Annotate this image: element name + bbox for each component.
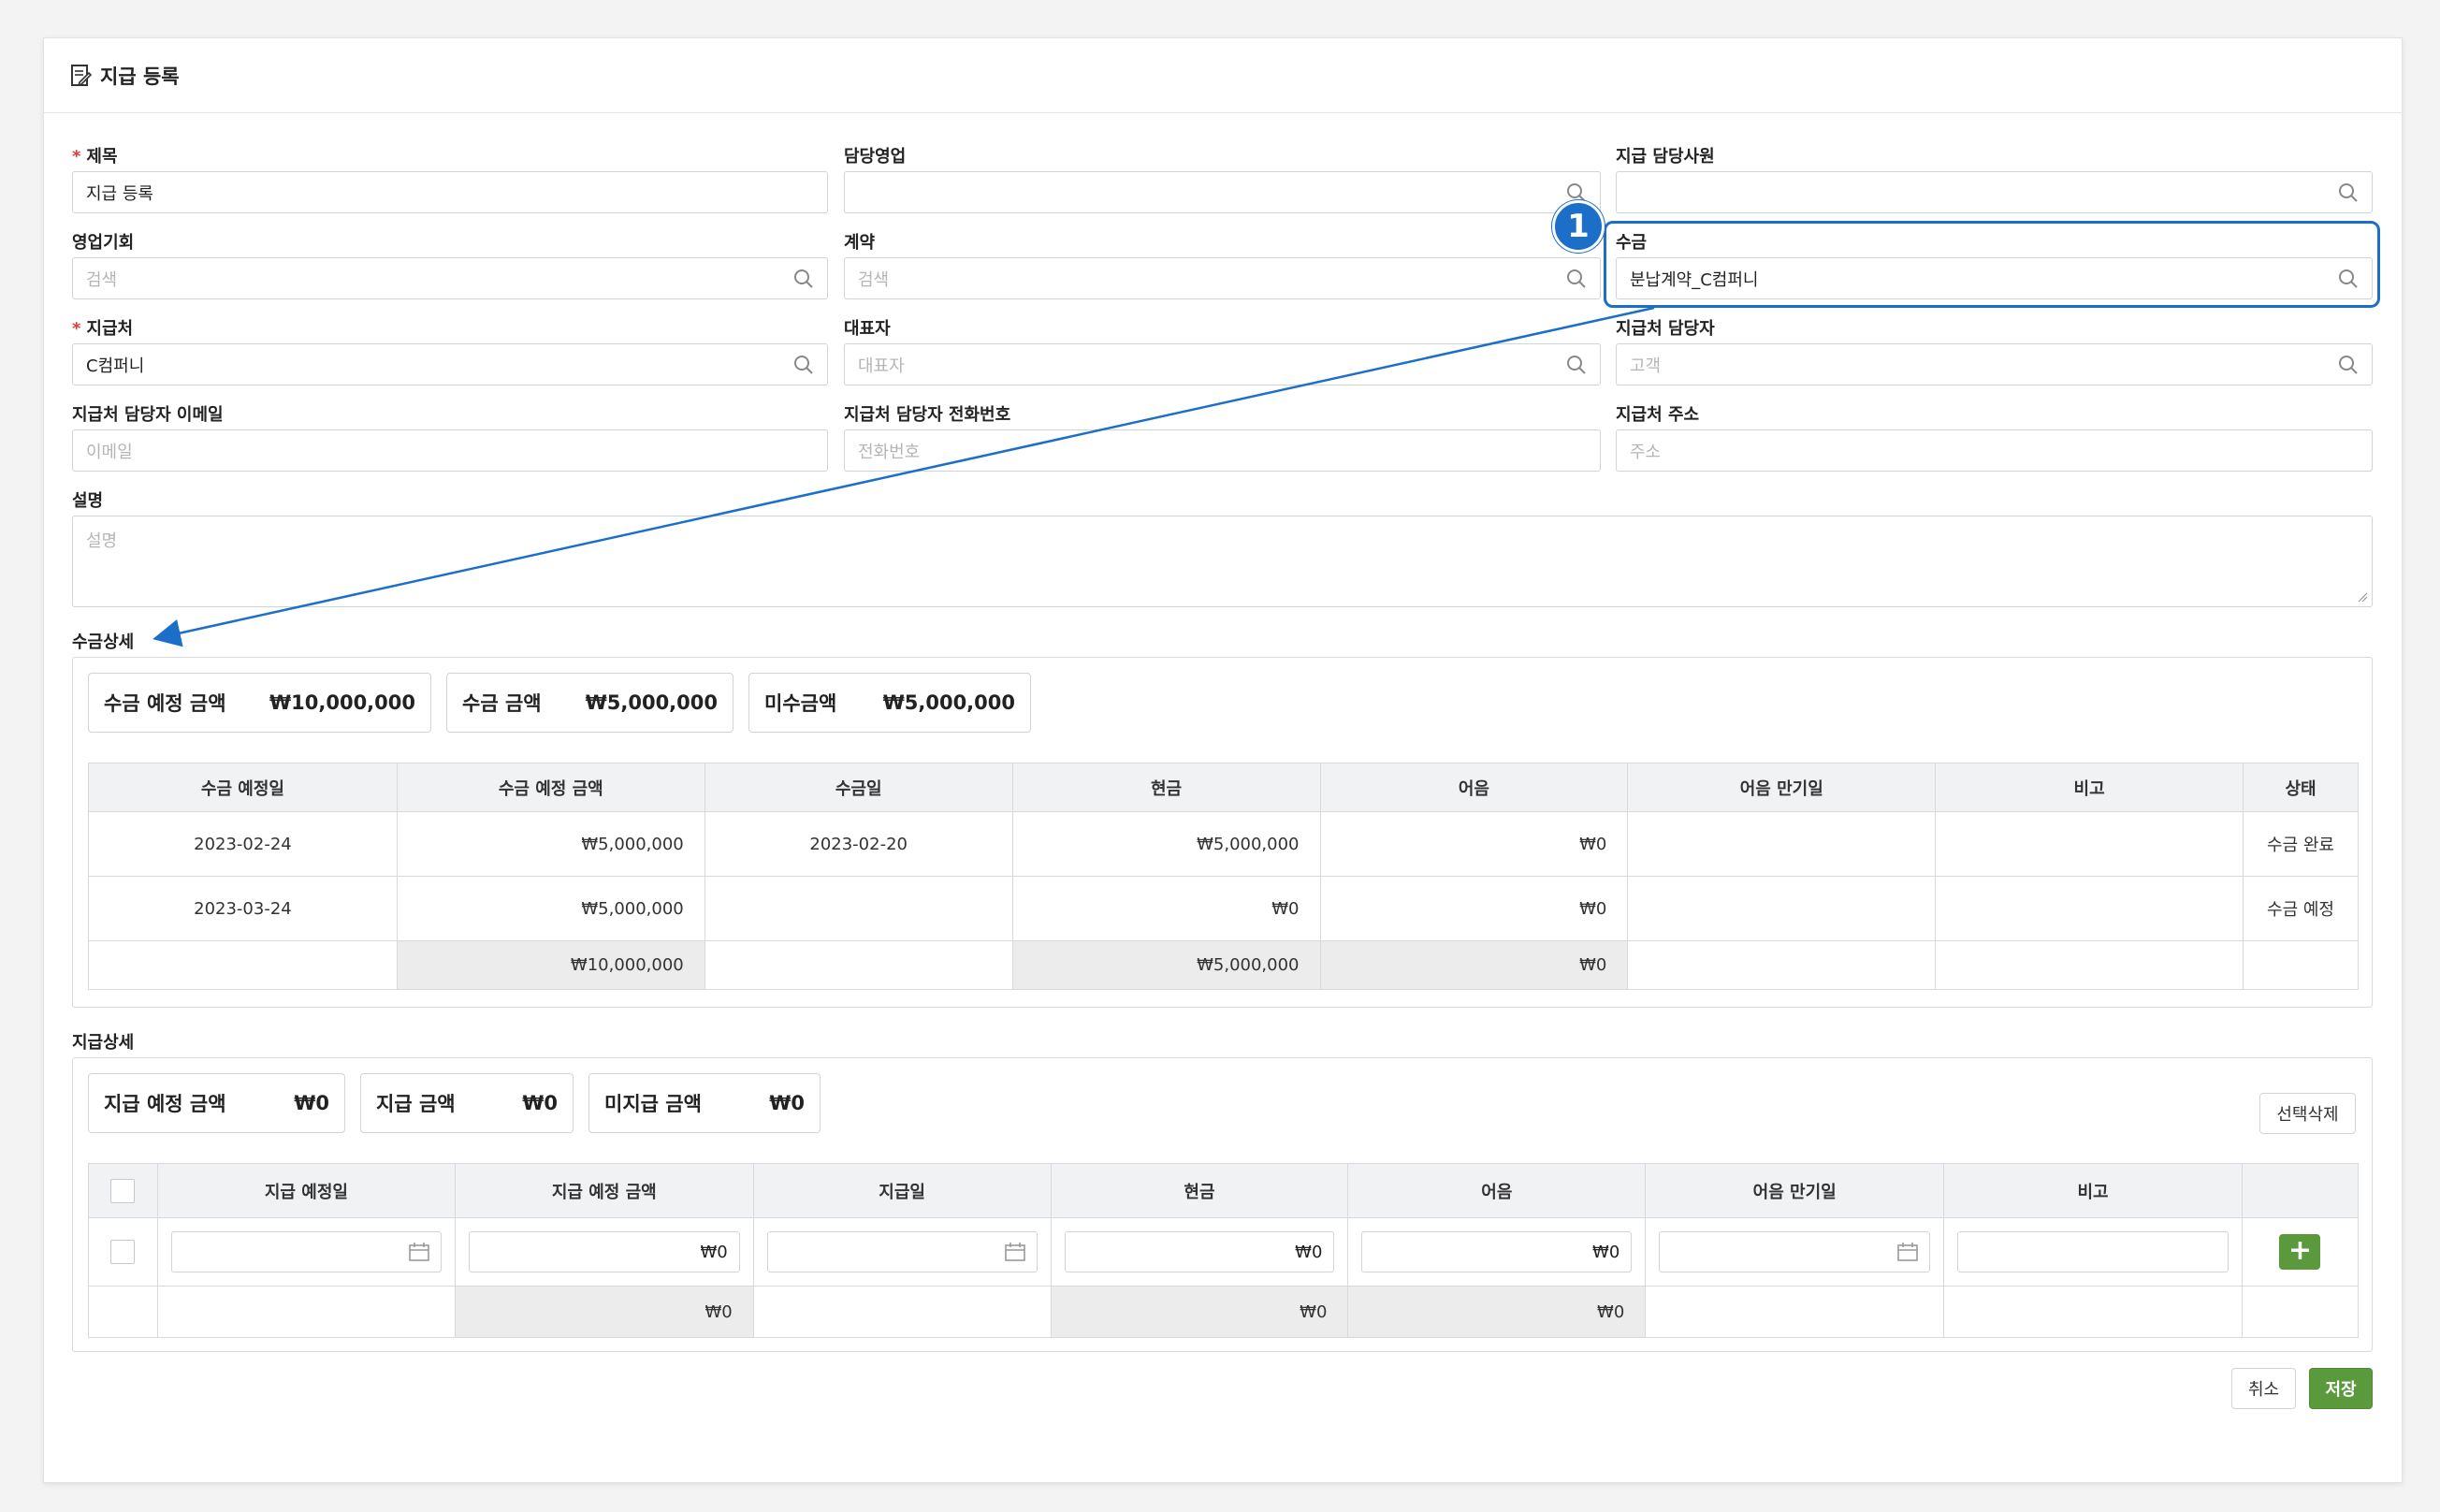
- sales-rep-label: 담당영업: [844, 147, 907, 167]
- pay-staff-field[interactable]: [1616, 171, 2373, 213]
- payee-label: * 지급처: [72, 319, 134, 339]
- status-cell: 수금 예정: [2243, 876, 2359, 941]
- receipt-outstanding-summary: 미수금액 ₩5,000,000: [748, 673, 1031, 733]
- representative-field[interactable]: 대표자: [844, 343, 1601, 385]
- page-title: 지급 등록: [100, 65, 180, 88]
- search-icon[interactable]: [793, 269, 814, 289]
- totals-row: ₩0 ₩0 ₩0: [88, 1286, 2360, 1338]
- payee-phone-label: 지급처 담당자 전화번호: [844, 405, 1011, 425]
- description-textarea[interactable]: 설명: [72, 516, 2373, 607]
- column-header: 수금 예정 금액: [396, 763, 705, 812]
- resize-grip-icon[interactable]: [2357, 591, 2368, 603]
- column-header: 지급 예정 금액: [454, 1163, 754, 1218]
- title-label: * 제목: [72, 147, 118, 167]
- column-header: 현금: [1050, 1163, 1349, 1218]
- payment-unpaid-summary: 미지급 금액 ₩0: [588, 1073, 821, 1133]
- payment-amount-summary: 지급 금액 ₩0: [360, 1073, 574, 1133]
- search-icon[interactable]: [1566, 269, 1587, 289]
- receipt-planned-summary: 수금 예정 금액 ₩10,000,000: [88, 673, 431, 733]
- bill-input[interactable]: ₩0: [1361, 1231, 1633, 1272]
- column-header: 어음 만기일: [1627, 763, 1937, 812]
- cash-input[interactable]: ₩0: [1064, 1231, 1335, 1272]
- column-header: 어음: [1347, 1163, 1647, 1218]
- remarks-input[interactable]: [1957, 1231, 2229, 1272]
- search-icon[interactable]: [2338, 182, 2359, 203]
- column-header: 상태: [2243, 763, 2359, 812]
- status-cell: 수금 완료: [2243, 811, 2359, 877]
- sales-rep-field[interactable]: [844, 171, 1601, 213]
- column-header: 현금: [1011, 763, 1321, 812]
- payment-table: 지급 예정일 지급 예정 금액 지급일 현금 어음 어음 만기일 비고 ₩0 ₩…: [88, 1163, 2360, 1338]
- payee-contact-field[interactable]: 고객: [1616, 343, 2373, 385]
- payment-detail-title: 지급상세: [72, 1033, 135, 1053]
- payee-address-label: 지급처 주소: [1616, 405, 1700, 425]
- document-edit-icon: [71, 64, 93, 86]
- totals-row: ₩10,000,000 ₩5,000,000 ₩0: [88, 940, 2359, 990]
- search-icon[interactable]: [793, 355, 814, 375]
- payee-phone-field[interactable]: 전화번호: [844, 429, 1601, 472]
- cancel-button[interactable]: 취소: [2231, 1368, 2296, 1409]
- calendar-icon[interactable]: [1897, 1243, 1918, 1261]
- payee-address-field[interactable]: 주소: [1616, 429, 2373, 472]
- payee-email-label: 지급처 담당자 이메일: [72, 405, 224, 425]
- column-header: 어음: [1319, 763, 1629, 812]
- payment-planned-summary: 지급 예정 금액 ₩0: [88, 1073, 345, 1133]
- column-header: 어음 만기일: [1645, 1163, 1945, 1218]
- save-button[interactable]: 저장: [2309, 1368, 2373, 1409]
- title-field[interactable]: 지급 등록: [72, 171, 828, 213]
- bill-due-date-input[interactable]: [1659, 1231, 1931, 1272]
- receipt-table: 수금 예정일 수금 예정 금액 수금일 현금 어음 어음 만기일 비고 상태 2…: [88, 763, 2359, 990]
- column-header: 수금 예정일: [88, 763, 398, 812]
- annotation-step-badge: 1: [1552, 200, 1605, 253]
- contract-field[interactable]: 검색: [844, 257, 1601, 299]
- calendar-icon[interactable]: [1004, 1243, 1025, 1261]
- column-header: 지급 예정일: [156, 1163, 456, 1218]
- card-header: 지급 등록: [44, 38, 2402, 113]
- planned-date-input[interactable]: [170, 1231, 442, 1272]
- search-icon[interactable]: [1566, 355, 1587, 375]
- opportunity-label: 영업기회: [72, 233, 135, 253]
- payment-input-row: ₩0 ₩0 ₩0 +: [88, 1217, 2360, 1287]
- payment-date-input[interactable]: [766, 1231, 1038, 1272]
- annotation-highlight-box: [1604, 221, 2380, 308]
- payee-email-field[interactable]: 이메일: [72, 429, 828, 472]
- search-icon[interactable]: [2338, 355, 2359, 375]
- column-header: 비고: [1935, 763, 2244, 812]
- table-header-row: 지급 예정일 지급 예정 금액 지급일 현금 어음 어음 만기일 비고: [88, 1163, 2360, 1218]
- receipt-amount-summary: 수금 금액 ₩5,000,000: [446, 673, 733, 733]
- column-header: 비고: [1943, 1163, 2243, 1218]
- contract-label: 계약: [844, 233, 876, 253]
- payee-contact-label: 지급처 담당자: [1616, 319, 1715, 339]
- representative-label: 대표자: [844, 319, 891, 339]
- column-header: 수금일: [704, 763, 1013, 812]
- payee-field[interactable]: C컴퍼니: [72, 343, 828, 385]
- opportunity-field[interactable]: 검색: [72, 257, 828, 299]
- receipt-detail-title: 수금상세: [72, 632, 135, 652]
- column-header: 지급일: [752, 1163, 1052, 1218]
- plus-icon: +: [2288, 1234, 2313, 1267]
- planned-amount-input[interactable]: ₩0: [468, 1231, 740, 1272]
- delete-selected-button[interactable]: 선택삭제: [2259, 1093, 2356, 1134]
- description-label: 설명: [72, 491, 104, 511]
- add-row-button[interactable]: +: [2279, 1234, 2321, 1270]
- table-row: 2023-03-24 ₩5,000,000 ₩0 ₩0 수금 예정: [88, 876, 2359, 941]
- pay-staff-label: 지급 담당사원: [1616, 147, 1715, 167]
- table-header-row: 수금 예정일 수금 예정 금액 수금일 현금 어음 어음 만기일 비고 상태: [88, 763, 2359, 812]
- select-all-checkbox[interactable]: [110, 1178, 136, 1203]
- row-checkbox[interactable]: [110, 1240, 136, 1264]
- table-row: 2023-02-24 ₩5,000,000 2023-02-20 ₩5,000,…: [88, 811, 2359, 877]
- calendar-icon[interactable]: [409, 1243, 429, 1261]
